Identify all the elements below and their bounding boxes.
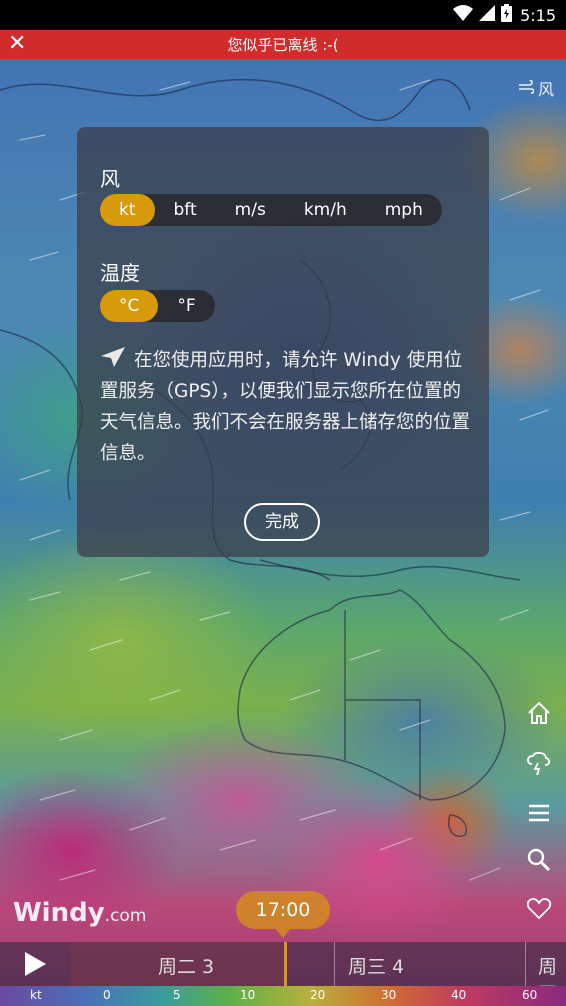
layer-selector[interactable]: 风 (518, 76, 554, 100)
wind-units-title: 风 (100, 167, 120, 191)
home-icon[interactable] (526, 700, 552, 726)
wind-unit-kmh[interactable]: km/h (285, 194, 366, 226)
legend-tick: 40 (451, 988, 467, 1002)
menu-icon[interactable] (526, 800, 552, 826)
temperature-unit-selector: °C °F (100, 290, 215, 322)
logo-name: Windy (13, 898, 105, 928)
legend-unit: kt (30, 988, 42, 1002)
legend-tick: 5 (173, 988, 181, 1002)
search-icon[interactable] (526, 847, 552, 873)
temp-unit-celsius[interactable]: °C (100, 290, 159, 322)
status-bar: 5:15 (0, 0, 566, 30)
day-separator (525, 942, 526, 986)
wind-unit-ms[interactable]: m/s (216, 194, 285, 226)
legend-tick: 0 (103, 988, 111, 1002)
signal-icon (479, 5, 496, 25)
wind-unit-selector: kt bft m/s km/h mph (100, 194, 442, 226)
windy-logo: Windy.com (13, 898, 146, 928)
temp-unit-fahrenheit[interactable]: °F (158, 290, 214, 322)
close-icon[interactable]: ✕ (8, 31, 26, 56)
timeline-day-wednesday[interactable]: 周三 4 (348, 952, 404, 979)
timeline-day-tuesday[interactable]: 周二 3 (158, 952, 214, 979)
wind-unit-bft[interactable]: bft (155, 194, 216, 226)
layer-label: 风 (537, 80, 554, 99)
legend-tick: 10 (240, 988, 256, 1002)
day-separator (334, 942, 335, 986)
play-icon[interactable] (22, 951, 48, 977)
wind-unit-mph[interactable]: mph (366, 194, 442, 226)
favorites-heart-icon[interactable] (526, 895, 552, 921)
wifi-icon (453, 5, 474, 25)
settings-panel: 风 kt bft m/s km/h mph 温度 °C °F 在您使用应用时，请… (77, 127, 489, 557)
legend-tick: 20 (310, 988, 326, 1002)
offline-banner: ✕ 您似乎已离线 :-( (0, 30, 566, 59)
current-time-marker[interactable]: 17:00 (236, 891, 330, 938)
gps-message-text: 在您使用应用时，请允许 Windy 使用位置服务（GPS），以便我们显示您所在位… (100, 350, 471, 464)
legend-tick: 30 (381, 988, 397, 1002)
battery-icon (501, 4, 513, 26)
timeline-bar[interactable]: 周二 3 周三 4 周四 (0, 942, 566, 1005)
temperature-units-title: 温度 (100, 261, 140, 285)
gps-permission-message: 在您使用应用时，请允许 Windy 使用位置服务（GPS），以便我们显示您所在位… (100, 345, 470, 469)
wind-speed-legend: kt 0 5 10 20 30 40 60 (0, 986, 566, 1006)
offline-message: 您似乎已离线 :-( (227, 36, 339, 54)
clock: 5:15 (520, 5, 556, 25)
done-button[interactable]: 完成 (244, 503, 320, 541)
weather-layers-icon[interactable] (526, 750, 552, 776)
wind-icon (518, 79, 535, 98)
timeline-progress-handle[interactable] (284, 942, 287, 986)
legend-tick: 60 (522, 988, 538, 1002)
logo-suffix: .com (104, 906, 147, 926)
wind-unit-kt[interactable]: kt (100, 194, 155, 226)
location-arrow-icon (100, 346, 128, 367)
